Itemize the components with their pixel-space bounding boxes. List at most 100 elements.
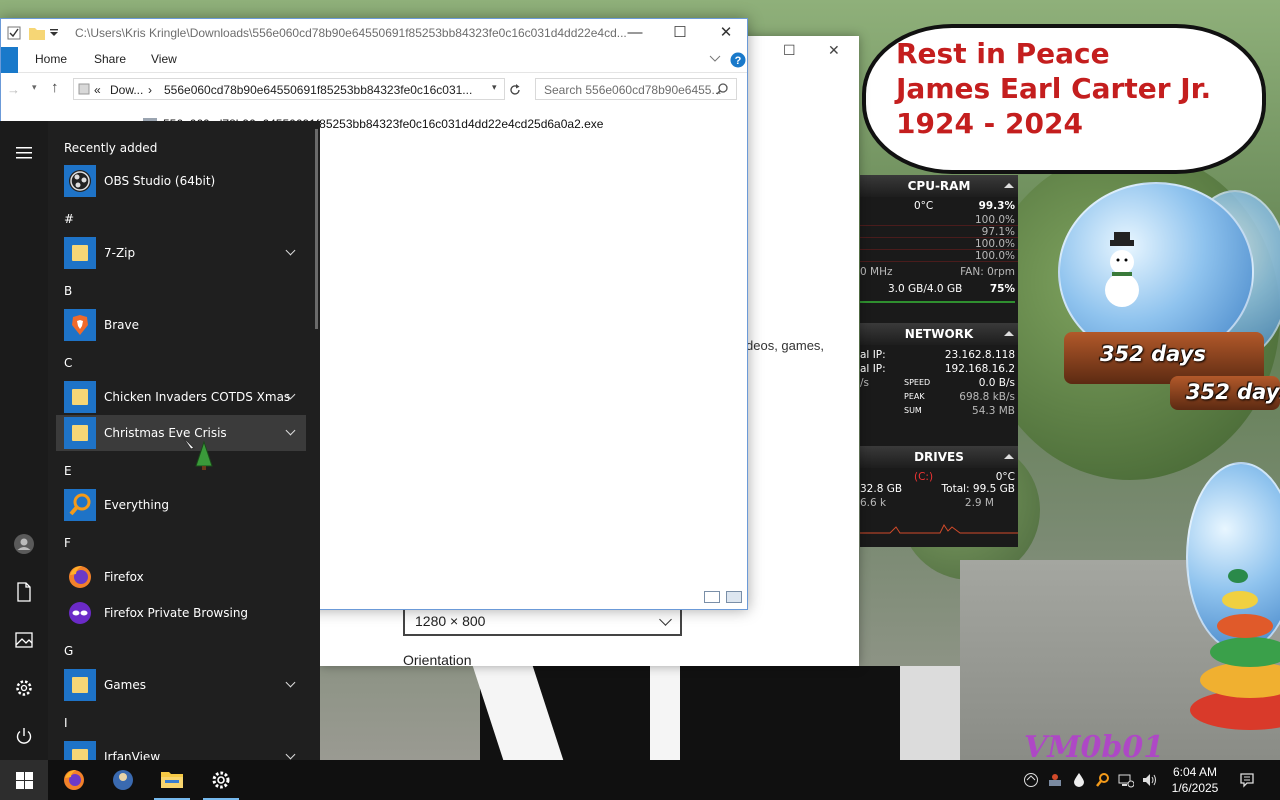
details-view-icon[interactable] xyxy=(704,591,720,603)
breadcrumb-downloads[interactable]: Dow... xyxy=(110,83,143,97)
cpu-core-1: 100.0% xyxy=(974,214,1015,226)
app-list-scrollbar[interactable] xyxy=(315,129,318,329)
section-b[interactable]: B xyxy=(64,284,72,298)
cpu-ram-header[interactable]: CPU-RAM xyxy=(860,175,1018,197)
breadcrumb-separator[interactable]: › xyxy=(148,83,152,97)
peak-label: PEAK xyxy=(904,392,925,401)
hamburger-menu-icon[interactable] xyxy=(12,141,36,165)
section-c[interactable]: C xyxy=(64,356,72,370)
settings-gear-icon[interactable] xyxy=(12,676,36,700)
volume-icon[interactable] xyxy=(1141,772,1157,788)
drive-activity-graph xyxy=(860,524,1018,534)
drives-title: DRIVES xyxy=(914,450,964,464)
taskbar-file-explorer[interactable] xyxy=(148,760,196,800)
sync-icon[interactable] xyxy=(1023,772,1039,788)
large-icons-view-icon[interactable] xyxy=(726,591,742,603)
water-drop-icon[interactable] xyxy=(1071,772,1087,788)
app-games[interactable]: Games xyxy=(56,667,306,703)
documents-icon[interactable] xyxy=(12,580,36,604)
app-brave[interactable]: Brave xyxy=(56,307,306,343)
back-arrow-icon[interactable]: → xyxy=(7,82,20,97)
taskbar-settings[interactable] xyxy=(197,760,245,800)
folder-icon xyxy=(64,237,96,269)
cpu-core-2: 97.1% xyxy=(981,226,1015,238)
close-icon[interactable]: ✕ xyxy=(703,19,749,47)
everything-search-icon[interactable] xyxy=(1095,772,1111,788)
app-chicken-invaders[interactable]: Chicken Invaders COTDS Xmas xyxy=(56,379,306,415)
folder-icon xyxy=(161,772,183,788)
drives-header[interactable]: DRIVES xyxy=(860,446,1018,468)
folder-icon xyxy=(64,381,96,413)
action-center-icon[interactable] xyxy=(1239,772,1255,788)
start-button[interactable] xyxy=(0,760,48,800)
power-icon[interactable] xyxy=(12,724,36,748)
network-header[interactable]: NETWORK xyxy=(860,323,1018,345)
everything-icon xyxy=(64,489,96,521)
svg-text:?: ? xyxy=(735,55,742,67)
help-icon[interactable]: ? xyxy=(730,52,746,68)
drive-read: 6.6 k xyxy=(860,497,887,509)
user-account-icon[interactable] xyxy=(12,532,36,556)
collapse-icon[interactable] xyxy=(1004,183,1014,188)
app-label: Brave xyxy=(104,318,140,332)
tab-view[interactable]: View xyxy=(151,52,177,66)
cpu-core-graph: 100.0% 97.1% 100.0% 100.0% xyxy=(860,214,1018,272)
network-share-icon[interactable] xyxy=(1047,772,1063,788)
net-peak: 698.8 kB/s xyxy=(959,391,1015,403)
breadcrumb-current-folder[interactable]: 556e060cd78b90e64550691f85253bb84323fe0c… xyxy=(164,83,472,97)
app-label: Chicken Invaders COTDS Xmas xyxy=(104,390,291,404)
tab-home[interactable]: Home xyxy=(35,52,67,66)
section-f[interactable]: F xyxy=(64,536,71,550)
app-7-zip[interactable]: 7-Zip xyxy=(56,235,306,271)
ram-percent: 75% xyxy=(989,283,1015,295)
cpu-ram-title: CPU-RAM xyxy=(907,179,971,193)
section-i[interactable]: I xyxy=(64,716,68,730)
net-speed: 0.0 B/s xyxy=(978,377,1015,389)
collapse-icon[interactable] xyxy=(1004,454,1014,459)
file-tab[interactable] xyxy=(1,47,18,73)
maximize-icon[interactable]: ☐ xyxy=(657,19,703,47)
recent-dropdown-icon[interactable]: ▾ xyxy=(32,82,37,93)
ram-bar xyxy=(860,301,1015,303)
external-ip: 23.162.8.118 xyxy=(944,349,1015,361)
search-input[interactable]: Search 556e060cd78b90e6455... xyxy=(535,78,737,100)
network-title: NETWORK xyxy=(904,327,974,341)
taskbar-clock[interactable]: 6:04 AM 1/6/2025 xyxy=(1162,764,1228,796)
breadcrumb-overflow[interactable]: « xyxy=(94,83,101,97)
tab-share[interactable]: Share xyxy=(94,52,126,66)
folder-icon[interactable] xyxy=(29,26,45,40)
taskbar-app[interactable] xyxy=(99,760,147,800)
display-resolution-dropdown[interactable]: 1280 × 800 xyxy=(403,606,682,636)
app-label: Firefox Private Browsing xyxy=(104,606,249,620)
address-bar[interactable]: « Dow... › 556e060cd78b90e64550691f85253… xyxy=(73,78,505,100)
app-firefox-private[interactable]: Firefox Private Browsing xyxy=(56,595,306,631)
chevron-down-icon xyxy=(659,613,672,626)
network-status-icon[interactable] xyxy=(1118,772,1134,788)
section-hash[interactable]: # xyxy=(64,212,74,226)
expand-ribbon-icon[interactable] xyxy=(709,55,721,63)
app-label: Games xyxy=(104,678,146,692)
section-e[interactable]: E xyxy=(64,464,72,478)
memorial-line-2: James Earl Carter Jr. xyxy=(896,72,1212,105)
quick-access-dropdown-icon[interactable] xyxy=(49,29,59,37)
properties-checkbox-icon[interactable] xyxy=(7,26,21,40)
section-g[interactable]: G xyxy=(64,644,73,658)
app-firefox[interactable]: Firefox xyxy=(56,559,306,595)
taskbar-firefox[interactable] xyxy=(50,760,98,800)
close-icon[interactable]: ✕ xyxy=(828,42,840,59)
up-arrow-icon[interactable]: ↑ xyxy=(51,79,59,96)
address-bar-row: → ▾ ↑ « Dow... › 556e060cd78b90e64550691… xyxy=(1,73,747,107)
maximize-icon[interactable]: ☐ xyxy=(783,42,796,59)
settings-gear-icon xyxy=(212,771,230,789)
cpu-total: 99.3% xyxy=(978,200,1015,212)
collapse-icon[interactable] xyxy=(1004,331,1014,336)
app-obs-studio[interactable]: OBS Studio (64bit) xyxy=(56,163,306,199)
app-irfanview[interactable]: IrfanView xyxy=(56,739,306,760)
title-bar[interactable]: C:\Users\Kris Kringle\Downloads\556e060c… xyxy=(1,19,747,47)
minimize-icon[interactable]: — xyxy=(612,19,658,47)
address-dropdown-icon[interactable]: ▾ xyxy=(492,82,497,93)
refresh-icon[interactable] xyxy=(508,83,522,97)
app-everything[interactable]: Everything xyxy=(56,487,306,523)
pictures-icon[interactable] xyxy=(12,628,36,652)
app-christmas-eve-crisis[interactable]: Christmas Eve Crisis xyxy=(56,415,306,451)
